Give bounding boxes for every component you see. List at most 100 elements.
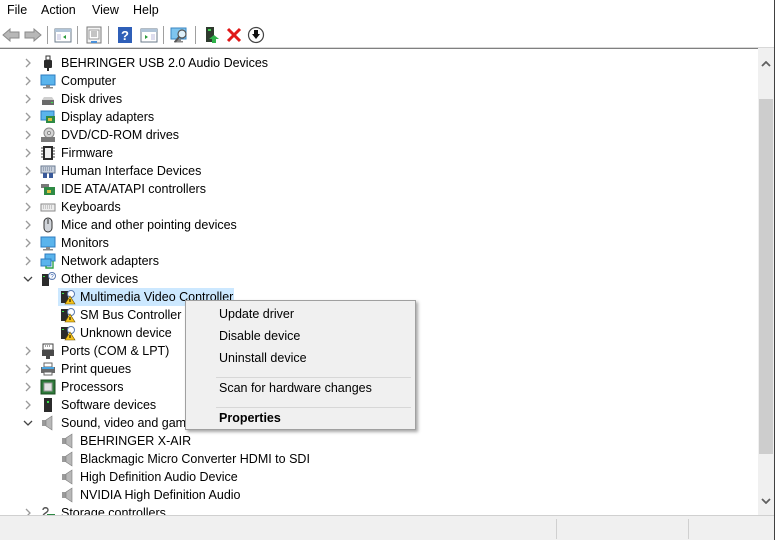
show-action-pane-icon [140, 28, 158, 43]
tree-item-label: DVD/CD-ROM drives [61, 128, 180, 142]
help-button[interactable]: ? [115, 25, 135, 45]
show-action-pane-button[interactable] [139, 25, 159, 45]
tree-category[interactable]: Firmware [0, 144, 758, 162]
tree-item-label: Blackmagic Micro Converter HDMI to SDI [80, 452, 310, 466]
expand-chevron-icon[interactable] [23, 398, 33, 412]
menu-view[interactable]: View [92, 3, 119, 17]
tree-category[interactable]: Network adapters [0, 252, 758, 270]
expand-chevron-icon[interactable] [23, 128, 33, 142]
speaker-icon [60, 469, 76, 485]
expand-chevron-icon[interactable] [23, 146, 33, 160]
context-menu-item-uninstall-device[interactable]: Uninstall device [219, 351, 307, 365]
speaker-icon [60, 487, 76, 503]
expand-chevron-icon[interactable] [23, 110, 33, 124]
expand-chevron-icon[interactable] [23, 380, 33, 394]
context-menu-item-properties[interactable]: Properties [219, 411, 281, 425]
expand-chevron-icon[interactable] [23, 236, 33, 250]
tree-device[interactable]: NVIDIA High Definition Audio [0, 486, 758, 504]
expand-chevron-icon[interactable] [23, 254, 33, 268]
hid-icon [40, 163, 56, 179]
speaker-icon [40, 415, 56, 431]
expand-chevron-icon[interactable] [23, 218, 33, 232]
menu-file[interactable]: File [7, 3, 27, 17]
tree-item-label: Mice and other pointing devices [61, 218, 237, 232]
tree-category[interactable]: IDE ATA/ATAPI controllers [0, 180, 758, 198]
tree-item-label: BEHRINGER USB 2.0 Audio Devices [61, 56, 269, 70]
tree-category[interactable]: Disk drives [0, 90, 758, 108]
expand-chevron-icon[interactable] [23, 182, 33, 196]
context-menu-item-scan-for-hardware-changes[interactable]: Scan for hardware changes [219, 381, 372, 395]
svg-text:?: ? [121, 28, 129, 43]
display-adapter-icon [40, 109, 56, 125]
scan-hardware-button[interactable] [170, 25, 190, 45]
expand-chevron-icon[interactable] [23, 164, 33, 178]
toolbar-separator [195, 26, 196, 44]
tree-category[interactable]: Display adapters [0, 108, 758, 126]
expand-chevron-icon[interactable] [23, 74, 33, 88]
menu-action[interactable]: Action [41, 3, 76, 17]
scroll-thumb[interactable] [759, 99, 773, 454]
tree-item-label: Network adapters [61, 254, 159, 268]
tree-category[interactable]: ? Other devices [0, 270, 758, 288]
disable-device-button[interactable] [246, 25, 266, 45]
keyboard-icon [40, 199, 56, 215]
toolbar-separator [77, 26, 78, 44]
update-driver-button[interactable] [202, 25, 222, 45]
device-tree[interactable]: BEHRINGER USB 2.0 Audio Devices Computer D… [0, 48, 758, 515]
tree-item-label: BEHRINGER X-AIR [80, 434, 192, 448]
warning-device-icon [60, 325, 76, 341]
toolbar-separator [47, 26, 48, 44]
tree-category[interactable]: Computer [0, 72, 758, 90]
tree-item-label: Ports (COM & LPT) [61, 344, 170, 358]
tree-item-label: Disk drives [61, 92, 123, 106]
tree-item-label: Software devices [61, 398, 157, 412]
tree-category[interactable]: Keyboards [0, 198, 758, 216]
tree-category[interactable]: Storage controllers [0, 504, 758, 515]
expand-chevron-icon[interactable] [23, 92, 33, 106]
scroll-down-button[interactable] [758, 493, 774, 509]
tree-device[interactable]: Blackmagic Micro Converter HDMI to SDI [0, 450, 758, 468]
tree-category[interactable]: Mice and other pointing devices [0, 216, 758, 234]
collapse-chevron-icon[interactable] [23, 416, 33, 430]
context-menu-item-update-driver[interactable]: Update driver [219, 307, 294, 321]
tree-item-label: Firmware [61, 146, 114, 160]
tree-item-label: IDE ATA/ATAPI controllers [61, 182, 206, 196]
tree-category[interactable]: Human Interface Devices [0, 162, 758, 180]
uninstall-icon [226, 27, 242, 43]
unknown-device-icon: ? [40, 271, 56, 287]
expand-chevron-icon[interactable] [23, 506, 33, 515]
ide-controller-icon [40, 181, 56, 197]
expand-chevron-icon[interactable] [23, 200, 33, 214]
tree-item-label: Storage controllers [61, 506, 166, 515]
properties-button[interactable] [84, 25, 104, 45]
show-hide-console-tree-button[interactable] [53, 25, 73, 45]
collapse-chevron-icon[interactable] [23, 272, 33, 286]
expand-chevron-icon[interactable] [23, 344, 33, 358]
expand-chevron-icon[interactable] [23, 362, 33, 376]
forward-button[interactable] [23, 25, 43, 45]
tree-category[interactable]: Monitors [0, 234, 758, 252]
scroll-up-button[interactable] [758, 56, 774, 72]
warning-device-icon [60, 307, 76, 323]
context-menu-item-disable-device[interactable]: Disable device [219, 329, 300, 343]
menu-bar: File Action View Help [0, 0, 777, 22]
disk-drive-icon [40, 91, 56, 107]
status-divider [688, 519, 689, 539]
menu-help[interactable]: Help [133, 3, 159, 17]
back-button[interactable] [1, 25, 21, 45]
expand-chevron-icon[interactable] [23, 56, 33, 70]
back-icon [2, 28, 20, 42]
tree-device[interactable]: High Definition Audio Device [0, 468, 758, 486]
tree-item-label: Computer [61, 74, 116, 88]
tree-category[interactable]: BEHRINGER USB 2.0 Audio Devices [0, 54, 758, 72]
context-menu: Update driver Disable device Uninstall dev… [185, 300, 416, 430]
tree-category[interactable]: DVD/CD-ROM drives [0, 126, 758, 144]
toolbar-separator [108, 26, 109, 44]
tree-device[interactable]: BEHRINGER X-AIR [0, 432, 758, 450]
mouse-icon [40, 217, 56, 233]
uninstall-device-button[interactable] [224, 25, 244, 45]
tree-item-label: Monitors [61, 236, 109, 250]
vertical-scrollbar[interactable] [758, 48, 774, 515]
status-bar [0, 515, 774, 540]
tree-item-label: Print queues [61, 362, 132, 376]
